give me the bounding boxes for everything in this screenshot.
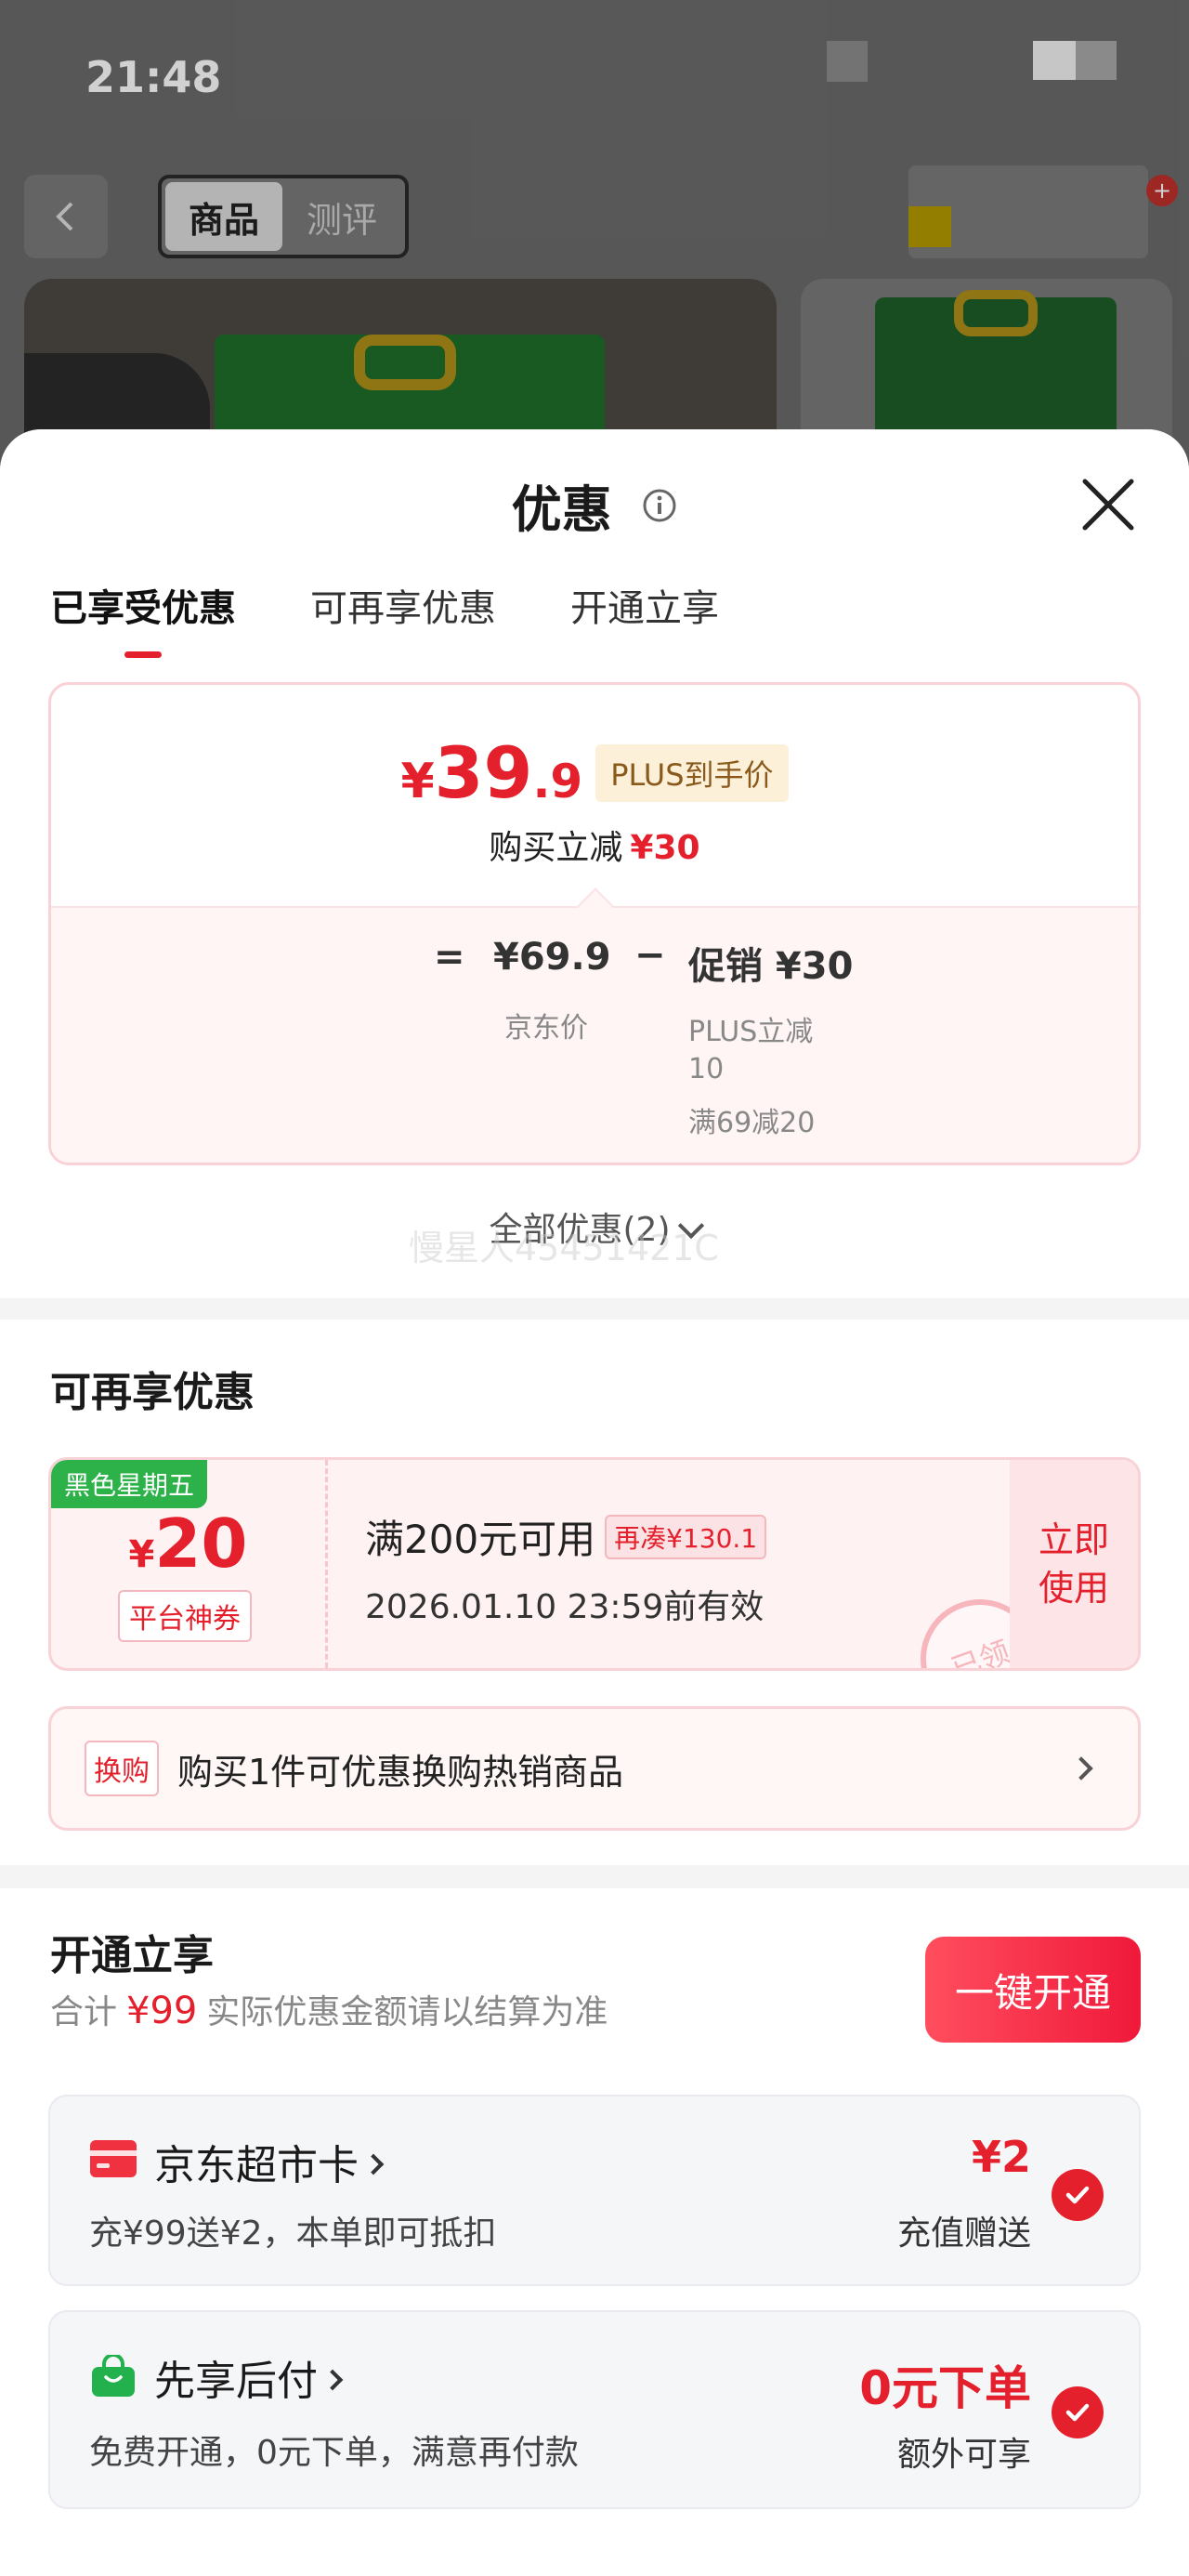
user-watermark: 慢星人45451421C (409, 1228, 719, 1268)
offer-tabs: 已享受优惠 可再享优惠 开通立享 (50, 578, 719, 658)
service-desc: 免费开通，0元下单，满意再付款 (89, 2434, 579, 2472)
chevron-right-icon (321, 2369, 344, 2391)
one-click-open-button[interactable]: 一键开通 (925, 1937, 1141, 2043)
final-price: ¥ 39 .9 PLUS到手价 (51, 731, 1138, 814)
exchange-text: 购买1件可优惠换购热销商品 (177, 1751, 624, 1793)
promo-plus-discount: PLUS立减10 (688, 1016, 814, 1085)
check-icon (1065, 2403, 1090, 2422)
exchange-tag: 换购 (85, 1741, 159, 1796)
coupon-amount: ¥20 (128, 1505, 248, 1583)
membership-summary: 合计 ¥99 实际优惠金额请以结算为准 (50, 1990, 608, 2032)
service-amount: ¥2 (971, 2132, 1031, 2182)
chevron-right-icon (362, 2153, 385, 2175)
chevron-right-icon (1069, 1756, 1093, 1781)
service-card-pay-later[interactable]: 先享后付 免费开通，0元下单，满意再付款 0元下单 额外可享 (48, 2310, 1141, 2509)
offers-sheet: 优惠 已享受优惠 可再享优惠 开通立享 ¥ 39 .9 PLUS到手价 购买立减… (0, 429, 1189, 2576)
coupon-condition: 满200元可用 再凑¥130.1 (365, 1508, 767, 1565)
coupon-card: ¥20 平台神券 黑色星期五 满200元可用 再凑¥130.1 2026.01.1… (48, 1457, 1141, 1671)
service-name: 京东超市卡 (154, 2132, 385, 2191)
membership-section: 开通立享 合计 ¥99 实际优惠金额请以结算为准 一键开通 京东超市卡 充¥99送¥… (0, 1888, 1189, 2576)
background-page: 21:48 商品 测评 + (0, 0, 1189, 483)
promo-threshold-discount: 满69减20 (688, 1107, 816, 1139)
coupon-validity: 2026.01.10 23:59前有效 (365, 1588, 764, 1626)
tab-membership[interactable]: 开通立享 (570, 578, 719, 654)
info-icon[interactable] (642, 488, 677, 523)
coupon-kind: 平台神券 (118, 1590, 252, 1642)
close-icon[interactable] (1079, 476, 1137, 533)
service-note: 充值赠送 (896, 2215, 1031, 2253)
minus-sign: − (634, 934, 666, 977)
check-icon (1065, 2186, 1090, 2204)
use-now-button[interactable]: 立即 使用 (1010, 1460, 1138, 1668)
checkbox-checked[interactable] (1052, 2386, 1104, 2438)
equals-sign: = (434, 936, 465, 979)
jd-price: ¥69.9 (493, 936, 611, 979)
tab-enjoyed-offers[interactable]: 已享受优惠 (50, 578, 236, 658)
enjoyed-offers-section: 优惠 已享受优惠 可再享优惠 开通立享 ¥ 39 .9 PLUS到手价 购买立减… (0, 429, 1189, 1298)
card-icon (90, 2140, 137, 2177)
price-breakdown-card: ¥ 39 .9 PLUS到手价 购买立减 ¥30 = ¥69.9 京东价 − 促… (48, 682, 1141, 1165)
service-desc: 充¥99送¥2，本单即可抵扣 (89, 2215, 497, 2253)
promo-value: 促销 ¥30 (688, 945, 854, 988)
top-up-badge: 再凑¥130.1 (605, 1515, 767, 1559)
plus-price-tag: PLUS到手价 (595, 743, 789, 802)
instant-discount: 购买立减 ¥30 (489, 829, 700, 867)
more-offers-section: 可再享优惠 ¥20 平台神券 黑色星期五 满200元可用 再凑¥130.1 202… (0, 1320, 1189, 1865)
tab-more-offers[interactable]: 可再享优惠 (310, 578, 496, 654)
membership-title: 开通立享 (50, 1932, 214, 1979)
more-offers-title: 可再享优惠 (50, 1369, 255, 1416)
service-amount: 0元下单 (859, 2361, 1031, 2415)
service-card-supermarket[interactable]: 京东超市卡 充¥99送¥2，本单即可抵扣 ¥2 充值赠送 (48, 2095, 1141, 2286)
service-name: 先享后付 (154, 2347, 344, 2407)
exchange-offer-row[interactable]: 换购 购买1件可优惠换购热销商品 (48, 1706, 1141, 1831)
jd-price-label: 京东价 (504, 1012, 588, 1045)
price-formula: = ¥69.9 京东价 − 促销 ¥30 PLUS立减10 满69减20 (51, 887, 1138, 1163)
sheet-title: 优惠 (0, 468, 1189, 542)
shopping-bag-icon (92, 2355, 135, 2397)
black-friday-tag: 黑色星期五 (51, 1460, 208, 1508)
checkbox-checked[interactable] (1052, 2169, 1104, 2221)
service-note: 额外可享 (896, 2436, 1031, 2474)
